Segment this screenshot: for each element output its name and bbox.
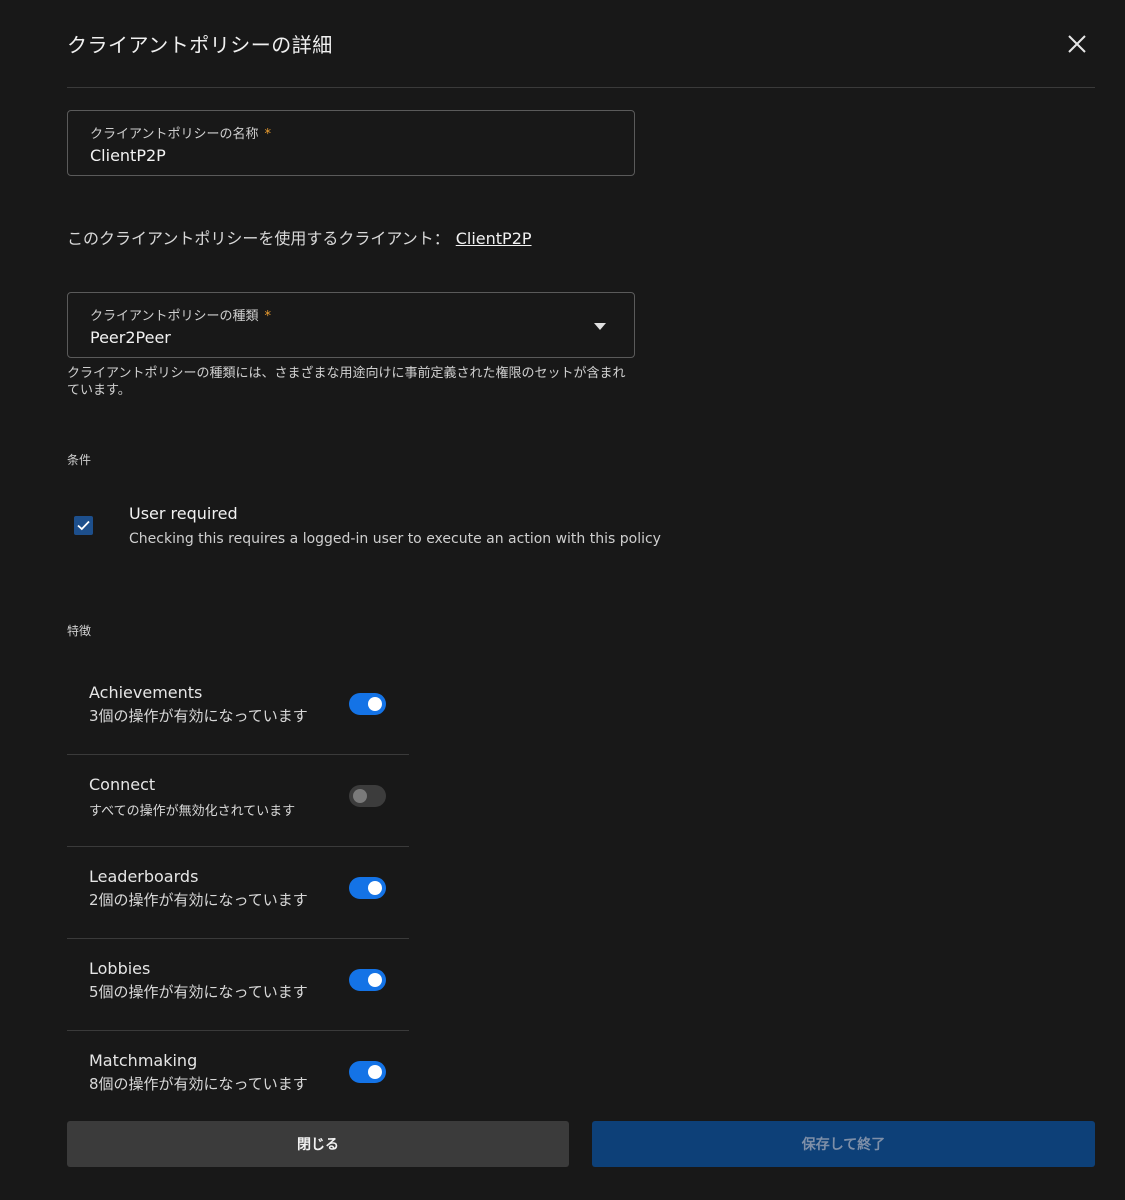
toggle-knob <box>368 973 382 987</box>
toggle-knob <box>368 697 382 711</box>
feature-name: Leaderboards <box>89 867 199 886</box>
conditions-label: 条件 <box>67 453 92 467</box>
feature-toggle-lobbies[interactable] <box>349 969 386 991</box>
feature-status: 8個の操作が有効になっています <box>89 1075 308 1093</box>
user-required-checkbox[interactable] <box>74 516 93 535</box>
feature-toggle-connect[interactable] <box>349 785 386 807</box>
required-mark: * <box>264 309 271 324</box>
feature-row-connect: Connect すべての操作が無効化されています <box>67 755 409 847</box>
feature-row-leaderboards: Leaderboards 2個の操作が有効になっています <box>67 847 409 939</box>
usage-text: このクライアントポリシーを使用するクライアント： ClientP2P <box>67 229 532 248</box>
feature-status: 5個の操作が有効になっています <box>89 983 308 1001</box>
feature-row-achievements: Achievements 3個の操作が有効になっています <box>67 663 409 755</box>
feature-row-matchmaking: Matchmaking 8個の操作が有効になっています <box>67 1031 409 1123</box>
feature-row-lobbies: Lobbies 5個の操作が有効になっています <box>67 939 409 1031</box>
feature-toggle-leaderboards[interactable] <box>349 877 386 899</box>
user-required-title: User required <box>129 504 238 523</box>
toggle-knob <box>368 1065 382 1079</box>
page-title: クライアントポリシーの詳細 <box>67 33 333 57</box>
feature-name: Matchmaking <box>89 1051 198 1070</box>
feature-status: すべての操作が無効化されています <box>89 804 296 819</box>
close-button[interactable]: 閉じる <box>67 1121 569 1167</box>
chevron-down-icon[interactable] <box>594 323 606 330</box>
policy-name-input[interactable]: ClientP2P <box>90 146 166 165</box>
feature-name: Achievements <box>89 683 203 702</box>
policy-type-value: Peer2Peer <box>90 328 171 347</box>
policy-type-helper: クライアントポリシーの種類には、さまざまな用途向けに事前定義された権限のセットが… <box>67 366 626 398</box>
policy-type-select[interactable]: クライアントポリシーの種類 * Peer2Peer <box>67 292 635 358</box>
check-icon <box>77 520 90 531</box>
features-label: 特徴 <box>67 624 92 638</box>
toggle-knob <box>368 881 382 895</box>
required-mark: * <box>264 127 271 142</box>
save-and-finish-button[interactable]: 保存して終了 <box>592 1121 1095 1167</box>
dialog-header: クライアントポリシーの詳細 <box>67 0 1095 88</box>
feature-name: Lobbies <box>89 959 151 978</box>
feature-status: 2個の操作が有効になっています <box>89 891 308 909</box>
policy-name-field[interactable]: クライアントポリシーの名称 * ClientP2P <box>67 110 635 176</box>
feature-toggle-matchmaking[interactable] <box>349 1061 386 1083</box>
policy-type-label: クライアントポリシーの種類 * <box>90 309 271 324</box>
feature-status: 3個の操作が有効になっています <box>89 707 308 725</box>
close-icon[interactable] <box>1067 34 1087 54</box>
feature-name: Connect <box>89 775 156 794</box>
client-link[interactable]: ClientP2P <box>456 229 532 248</box>
feature-toggle-achievements[interactable] <box>349 693 386 715</box>
toggle-knob <box>353 789 367 803</box>
policy-name-label: クライアントポリシーの名称 * <box>90 127 271 142</box>
user-required-description: Checking this requires a logged-in user … <box>129 531 661 547</box>
